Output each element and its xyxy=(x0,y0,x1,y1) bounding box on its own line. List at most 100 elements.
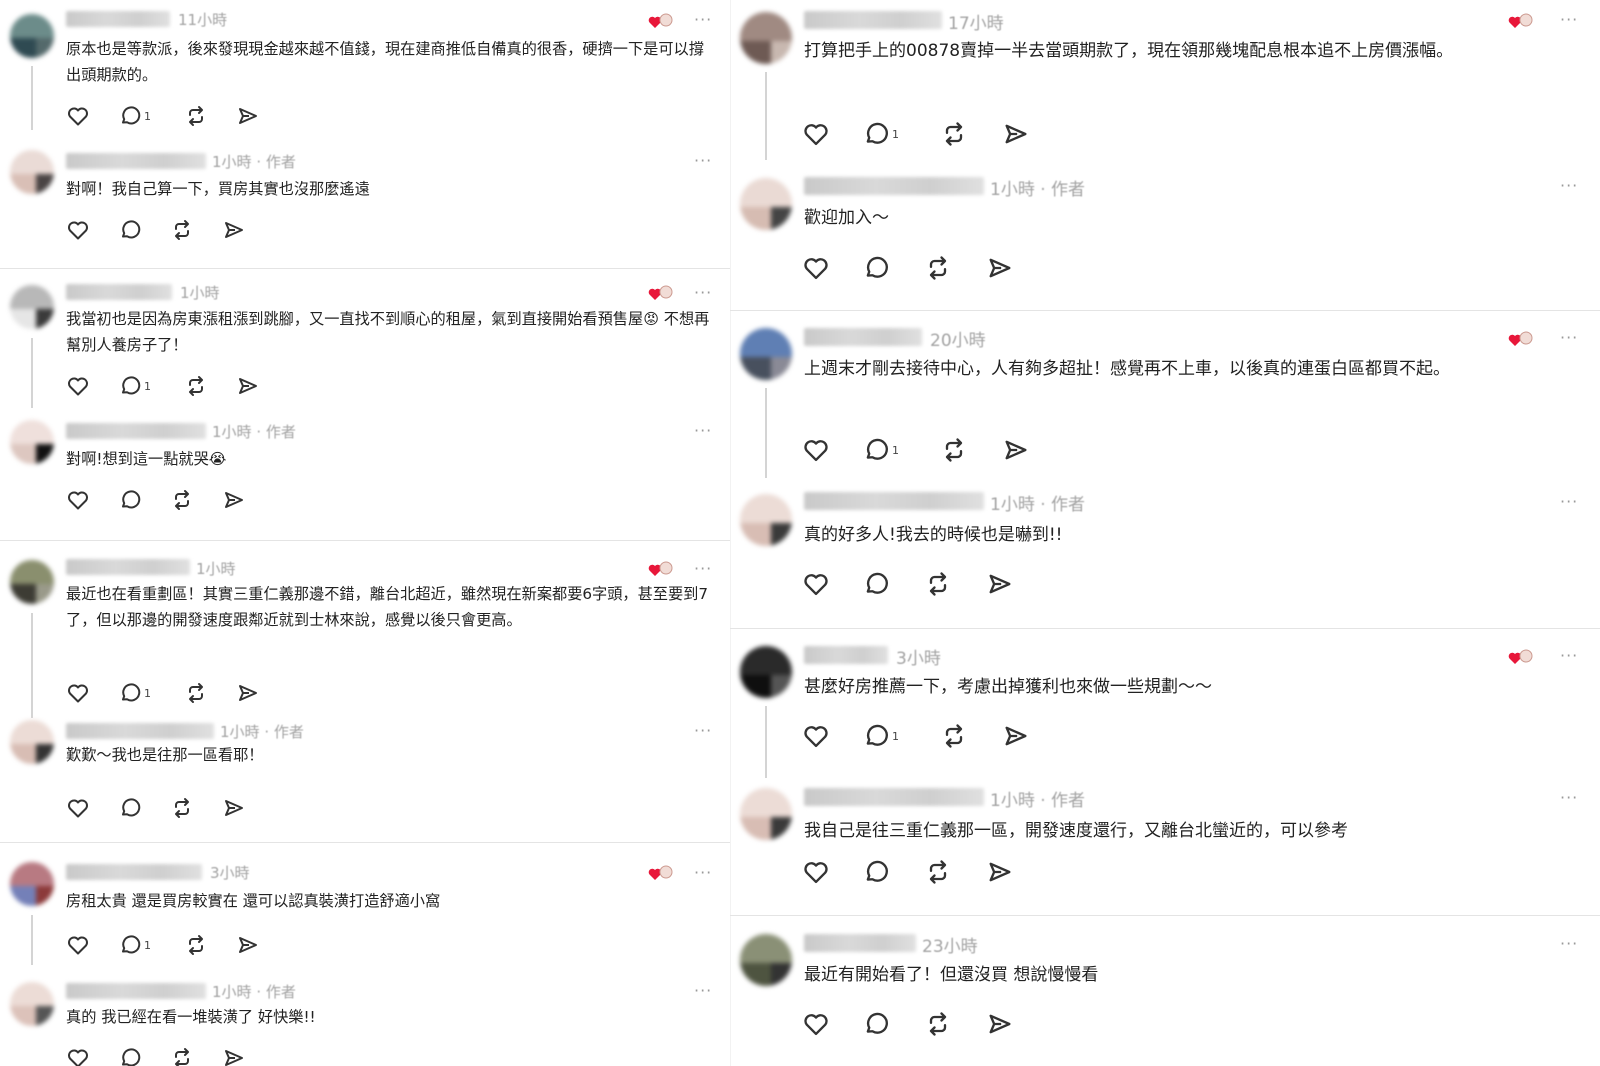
username[interactable] xyxy=(66,723,214,739)
repost-button[interactable] xyxy=(184,374,236,398)
comment-button[interactable]: 1 xyxy=(862,120,940,148)
username[interactable] xyxy=(66,284,172,300)
username[interactable] xyxy=(804,177,984,195)
more-icon[interactable]: ··· xyxy=(694,151,712,170)
comment-button[interactable]: 1 xyxy=(862,436,940,464)
username[interactable] xyxy=(804,328,922,346)
repost-button[interactable] xyxy=(184,681,236,705)
avatar[interactable] xyxy=(10,150,54,194)
more-icon[interactable]: ··· xyxy=(1560,10,1578,29)
like-button[interactable] xyxy=(802,858,862,886)
repost-button[interactable] xyxy=(940,120,1002,148)
username[interactable] xyxy=(66,559,190,575)
avatar[interactable] xyxy=(10,720,54,764)
share-button[interactable] xyxy=(986,858,1014,886)
repost-button[interactable] xyxy=(924,858,986,886)
comment-button[interactable] xyxy=(118,488,170,512)
avatar[interactable] xyxy=(740,788,792,840)
share-button[interactable] xyxy=(222,1046,246,1066)
like-button[interactable] xyxy=(802,436,862,464)
comment-button[interactable] xyxy=(862,254,924,282)
like-button[interactable] xyxy=(66,488,118,512)
comment-button[interactable]: 1 xyxy=(862,722,940,750)
username[interactable] xyxy=(66,153,206,169)
share-button[interactable] xyxy=(986,570,1014,598)
like-button[interactable] xyxy=(802,1010,862,1038)
repost-button[interactable] xyxy=(940,722,1002,750)
username[interactable] xyxy=(66,11,170,27)
share-button[interactable] xyxy=(1002,120,1030,148)
more-icon[interactable]: ··· xyxy=(1560,788,1578,807)
avatar[interactable] xyxy=(740,494,792,546)
like-button[interactable] xyxy=(802,254,862,282)
like-button[interactable] xyxy=(66,681,118,705)
more-icon[interactable]: ··· xyxy=(694,283,712,302)
avatar[interactable] xyxy=(740,178,792,230)
more-icon[interactable]: ··· xyxy=(1560,176,1578,195)
repost-button[interactable] xyxy=(170,796,222,820)
like-button[interactable] xyxy=(66,218,118,242)
comment-button[interactable]: 1 xyxy=(118,681,184,705)
more-icon[interactable]: ··· xyxy=(694,863,712,882)
avatar[interactable] xyxy=(10,982,54,1026)
share-button[interactable] xyxy=(986,1010,1014,1038)
comment-button[interactable]: 1 xyxy=(118,374,184,398)
share-button[interactable] xyxy=(236,104,260,128)
share-button[interactable] xyxy=(1002,436,1030,464)
repost-button[interactable] xyxy=(924,254,986,282)
more-icon[interactable]: ··· xyxy=(694,10,712,29)
username[interactable] xyxy=(804,11,942,29)
repost-button[interactable] xyxy=(184,933,236,957)
share-button[interactable] xyxy=(236,933,260,957)
like-button[interactable] xyxy=(802,120,862,148)
more-icon[interactable]: ··· xyxy=(694,421,712,440)
share-button[interactable] xyxy=(222,488,246,512)
comment-button[interactable] xyxy=(862,570,924,598)
repost-button[interactable] xyxy=(170,1046,222,1066)
repost-button[interactable] xyxy=(940,436,1002,464)
avatar[interactable] xyxy=(10,285,54,329)
repost-button[interactable] xyxy=(924,570,986,598)
like-button[interactable] xyxy=(802,722,862,750)
more-icon[interactable]: ··· xyxy=(694,981,712,1000)
avatar[interactable] xyxy=(10,14,54,58)
more-icon[interactable]: ··· xyxy=(694,721,712,740)
share-button[interactable] xyxy=(986,254,1014,282)
avatar[interactable] xyxy=(10,560,54,604)
like-button[interactable] xyxy=(66,796,118,820)
repost-button[interactable] xyxy=(924,1010,986,1038)
share-button[interactable] xyxy=(222,796,246,820)
avatar[interactable] xyxy=(740,12,792,64)
comment-button[interactable] xyxy=(118,796,170,820)
repost-button[interactable] xyxy=(184,104,236,128)
share-button[interactable] xyxy=(222,218,246,242)
share-button[interactable] xyxy=(236,681,260,705)
like-button[interactable] xyxy=(66,1046,118,1066)
avatar[interactable] xyxy=(10,862,54,906)
like-button[interactable] xyxy=(66,374,118,398)
share-button[interactable] xyxy=(1002,722,1030,750)
more-icon[interactable]: ··· xyxy=(694,559,712,578)
comment-button[interactable]: 1 xyxy=(118,933,184,957)
repost-button[interactable] xyxy=(170,218,222,242)
username[interactable] xyxy=(804,788,984,806)
username[interactable] xyxy=(804,646,888,664)
share-button[interactable] xyxy=(236,374,260,398)
like-button[interactable] xyxy=(802,570,862,598)
more-icon[interactable]: ··· xyxy=(1560,934,1578,953)
username[interactable] xyxy=(66,864,202,880)
more-icon[interactable]: ··· xyxy=(1560,492,1578,511)
comment-button[interactable] xyxy=(862,858,924,886)
avatar[interactable] xyxy=(10,420,54,464)
comment-button[interactable]: 1 xyxy=(118,104,184,128)
avatar[interactable] xyxy=(740,646,792,698)
comment-button[interactable] xyxy=(118,218,170,242)
comment-button[interactable] xyxy=(118,1046,170,1066)
repost-button[interactable] xyxy=(170,488,222,512)
more-icon[interactable]: ··· xyxy=(1560,646,1578,665)
like-button[interactable] xyxy=(66,933,118,957)
comment-button[interactable] xyxy=(862,1010,924,1038)
username[interactable] xyxy=(66,983,206,999)
username[interactable] xyxy=(804,934,916,952)
username[interactable] xyxy=(66,423,206,439)
